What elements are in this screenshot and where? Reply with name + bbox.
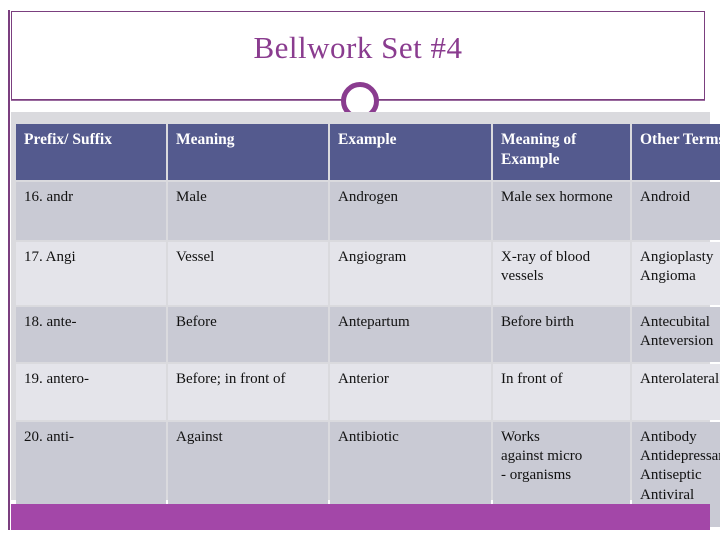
cell-other-terms: Android	[632, 182, 720, 240]
table-row: 19. antero- Before; in front of Anterior…	[16, 364, 720, 420]
cell-other-terms: Angioplasty Angioma	[632, 242, 720, 305]
cell-meaning-of-example: In front of	[493, 364, 630, 420]
cell-other-terms: Anterolateral	[632, 364, 720, 420]
column-header-other-terms: Other Terms	[632, 124, 720, 180]
table-header-row: Prefix/ Suffix Meaning Example Meaning o…	[16, 124, 720, 180]
table-body: 16. andr Male Androgen Male sex hormone …	[16, 182, 720, 527]
table-row: 17. Angi Vessel Angiogram X-ray of blood…	[16, 242, 720, 305]
cell-other-terms: Antecubital Anteversion	[632, 307, 720, 362]
column-header-example: Example	[330, 124, 491, 180]
cell-meaning-of-example: Before birth	[493, 307, 630, 362]
cell-prefix-suffix: 16. andr	[16, 182, 166, 240]
terms-table-wrapper: Prefix/ Suffix Meaning Example Meaning o…	[14, 122, 720, 527]
cell-meaning-of-example: Male sex hormone	[493, 182, 630, 240]
column-header-meaning-of-example: Meaning of Example	[493, 124, 630, 180]
cell-prefix-suffix: 18. ante-	[16, 307, 166, 362]
left-accent-line	[8, 10, 10, 530]
cell-meaning: Before; in front of	[168, 364, 328, 420]
column-header-prefix-suffix: Prefix/ Suffix	[16, 124, 166, 180]
column-header-meaning: Meaning	[168, 124, 328, 180]
cell-example: Androgen	[330, 182, 491, 240]
cell-example: Antepartum	[330, 307, 491, 362]
table-row: 16. andr Male Androgen Male sex hormone …	[16, 182, 720, 240]
cell-meaning-of-example: X-ray of blood vessels	[493, 242, 630, 305]
table-row: 18. ante- Before Antepartum Before birth…	[16, 307, 720, 362]
slide-canvas: Bellwork Set #4 Prefix/ Suffix Meaning E…	[0, 0, 720, 540]
cell-example: Anterior	[330, 364, 491, 420]
cell-example: Angiogram	[330, 242, 491, 305]
cell-prefix-suffix: 17. Angi	[16, 242, 166, 305]
cell-meaning: Male	[168, 182, 328, 240]
cell-prefix-suffix: 19. antero-	[16, 364, 166, 420]
bottom-accent-bar	[11, 504, 710, 530]
terms-table: Prefix/ Suffix Meaning Example Meaning o…	[14, 122, 720, 529]
table-header: Prefix/ Suffix Meaning Example Meaning o…	[16, 124, 720, 180]
cell-meaning: Before	[168, 307, 328, 362]
page-title: Bellwork Set #4	[253, 30, 463, 65]
cell-meaning: Vessel	[168, 242, 328, 305]
